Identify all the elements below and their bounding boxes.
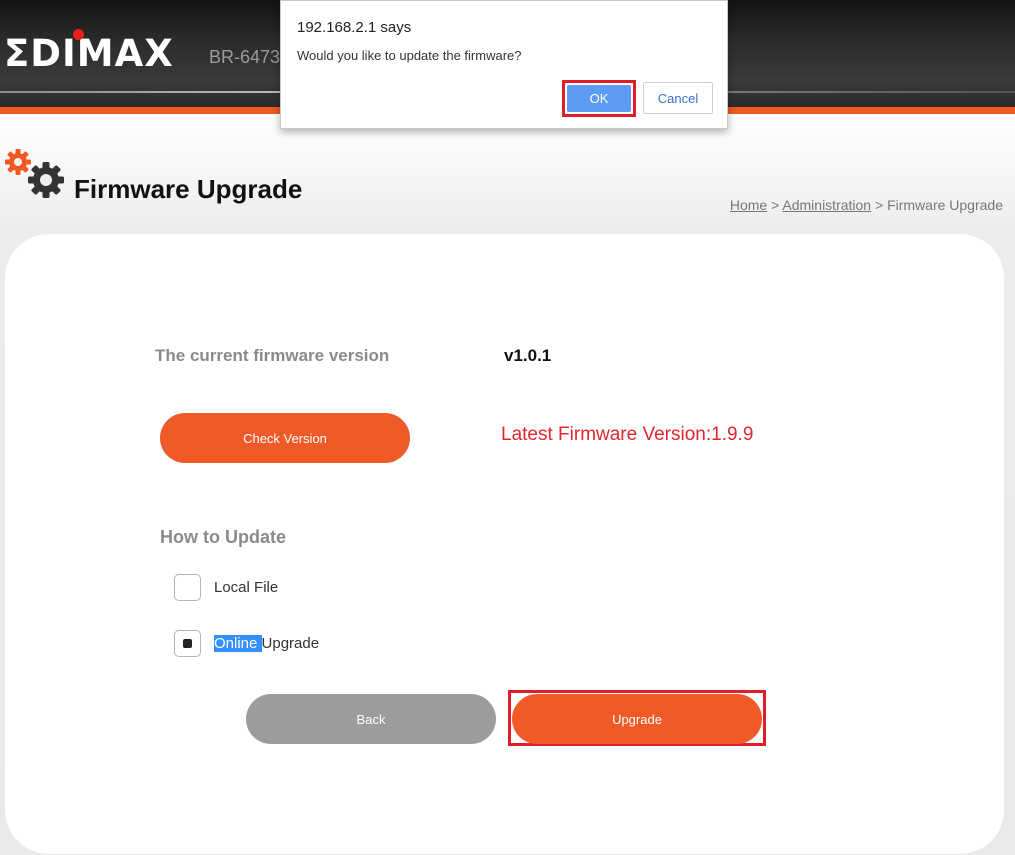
radio-selected-dot	[183, 639, 192, 648]
local-file-radio[interactable]	[174, 574, 201, 601]
model-name: BR-6473	[209, 47, 281, 67]
latest-firmware-text: Latest Firmware Version:1.9.9	[501, 424, 754, 445]
selected-text-highlight: Online	[214, 635, 262, 652]
back-button[interactable]: Back	[246, 694, 496, 744]
current-firmware-label: The current firmware version	[155, 346, 390, 365]
dialog-cancel-button[interactable]: Cancel	[643, 82, 713, 114]
upgrade-button[interactable]: Upgrade	[512, 694, 762, 744]
online-upgrade-radio[interactable]	[174, 630, 201, 657]
online-upgrade-label-rest: Upgrade	[261, 635, 320, 652]
dialog-ok-button[interactable]: OK	[567, 85, 631, 112]
logo-dot	[73, 29, 84, 40]
content-card	[5, 234, 1004, 854]
page-title: Firmware Upgrade	[74, 174, 303, 204]
breadcrumb-current: Firmware Upgrade	[887, 197, 1003, 213]
breadcrumb: Home > Administration > Firmware Upgrade	[730, 197, 1003, 213]
online-upgrade-label[interactable]: Online Upgrade	[214, 635, 319, 652]
breadcrumb-separator: >	[871, 197, 888, 213]
edimax-logo: ΣDIMAX	[4, 32, 174, 75]
dialog-message: Would you like to update the firmware?	[297, 48, 522, 63]
how-to-update-heading: How to Update	[160, 527, 286, 547]
gear-gray-icon	[28, 162, 64, 198]
check-version-button[interactable]: Check Version	[160, 413, 410, 463]
breadcrumb-administration-link[interactable]: Administration	[782, 197, 871, 213]
confirm-dialog: 192.168.2.1 says Would you like to updat…	[280, 0, 728, 129]
breadcrumb-home-link[interactable]: Home	[730, 197, 767, 213]
current-firmware-value: v1.0.1	[504, 346, 552, 365]
dialog-title: 192.168.2.1 says	[297, 19, 412, 36]
local-file-label[interactable]: Local File	[214, 579, 278, 596]
breadcrumb-separator: >	[767, 197, 783, 213]
